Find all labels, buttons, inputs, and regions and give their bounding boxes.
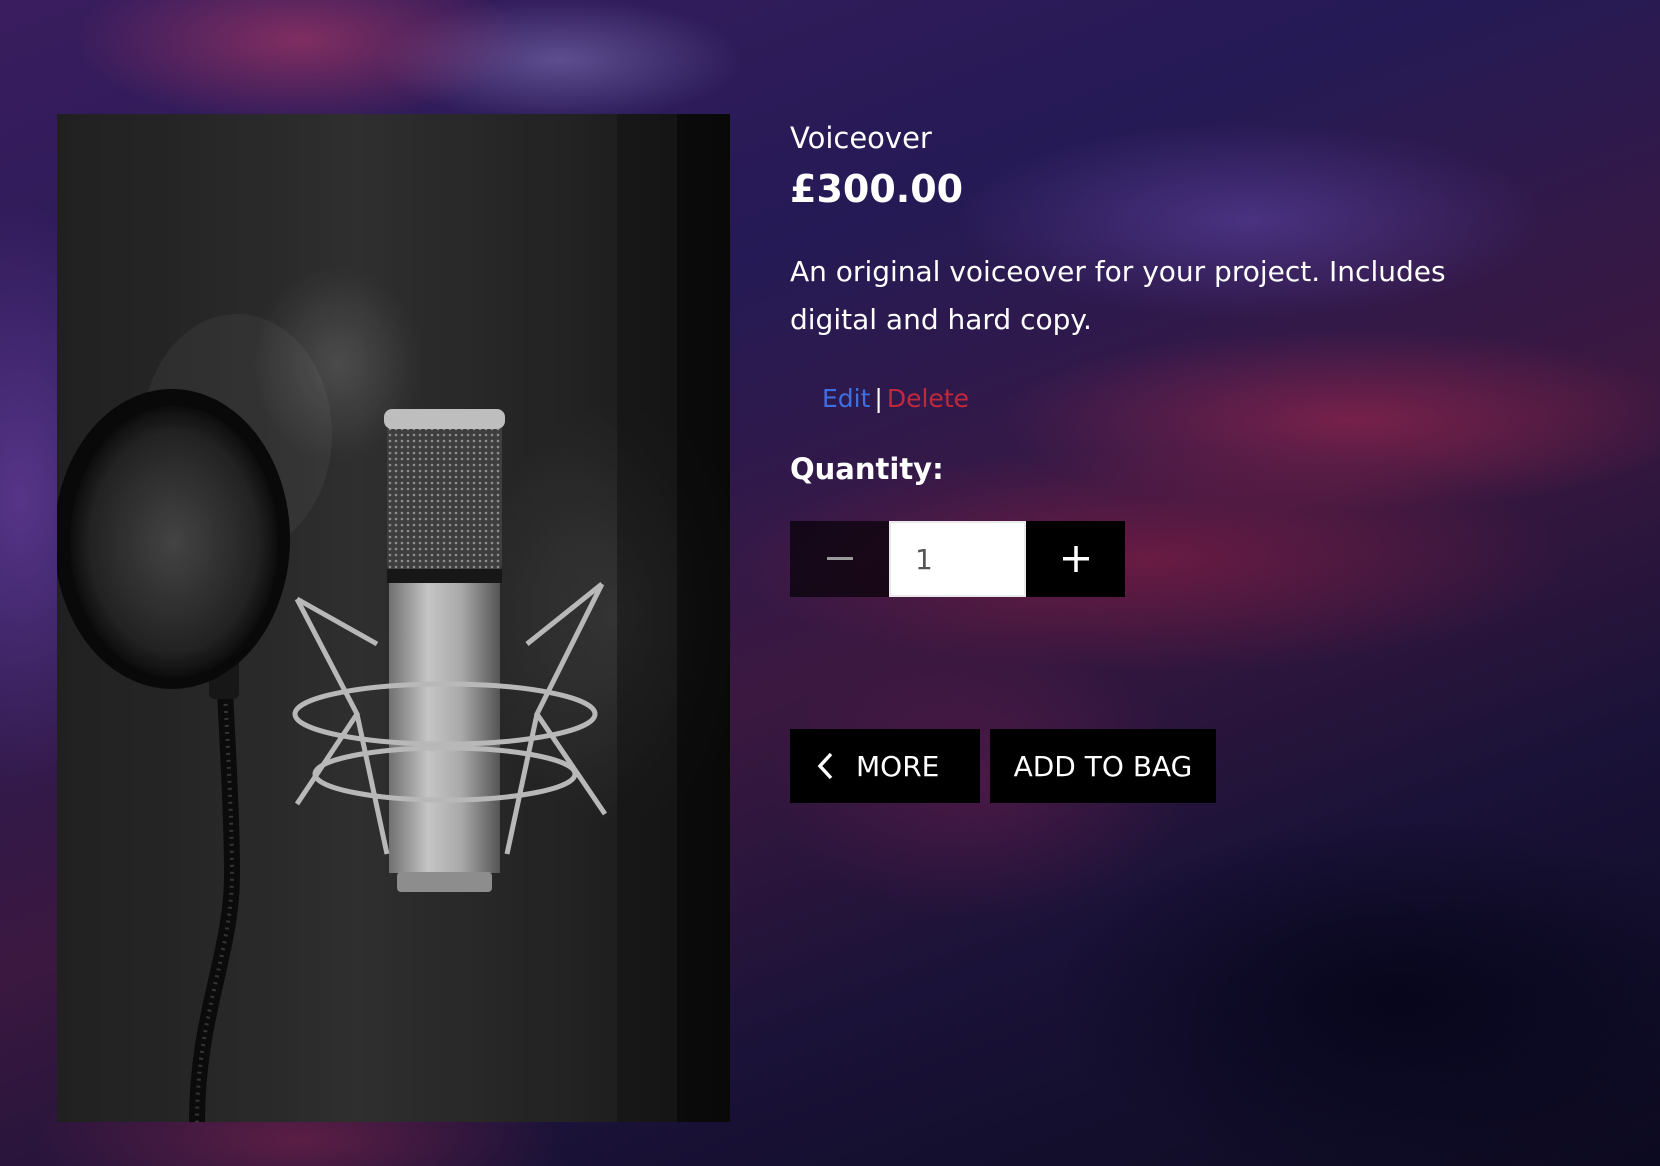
product-details: Voiceover £300.00 An original voiceover …: [790, 118, 1510, 803]
product-image: [57, 114, 730, 1122]
add-to-bag-button[interactable]: ADD TO BAG: [990, 729, 1216, 803]
chevron-left-icon: [816, 752, 834, 780]
keep-shopping-label: MORE: [856, 749, 940, 783]
keep-shopping-button[interactable]: MORE: [790, 729, 980, 803]
quantity-stepper: [790, 521, 1510, 597]
quantity-label: Quantity:: [790, 452, 944, 486]
edit-link[interactable]: Edit: [822, 384, 870, 413]
plus-icon: [1062, 546, 1089, 572]
product-price: £300.00: [790, 167, 964, 211]
product-description: An original voiceover for your project. …: [790, 255, 1446, 336]
link-separator: |: [874, 384, 883, 413]
action-buttons: MORE ADD TO BAG: [790, 729, 1510, 803]
quantity-input[interactable]: [889, 521, 1026, 597]
decrement-button[interactable]: [790, 521, 889, 597]
minus-icon: [826, 557, 853, 560]
increment-button[interactable]: [1026, 521, 1125, 597]
admin-links: Edit | Delete: [822, 381, 1510, 417]
add-to-bag-label: ADD TO BAG: [1013, 749, 1193, 783]
delete-link[interactable]: Delete: [887, 384, 969, 413]
product-name: Voiceover: [790, 121, 932, 155]
